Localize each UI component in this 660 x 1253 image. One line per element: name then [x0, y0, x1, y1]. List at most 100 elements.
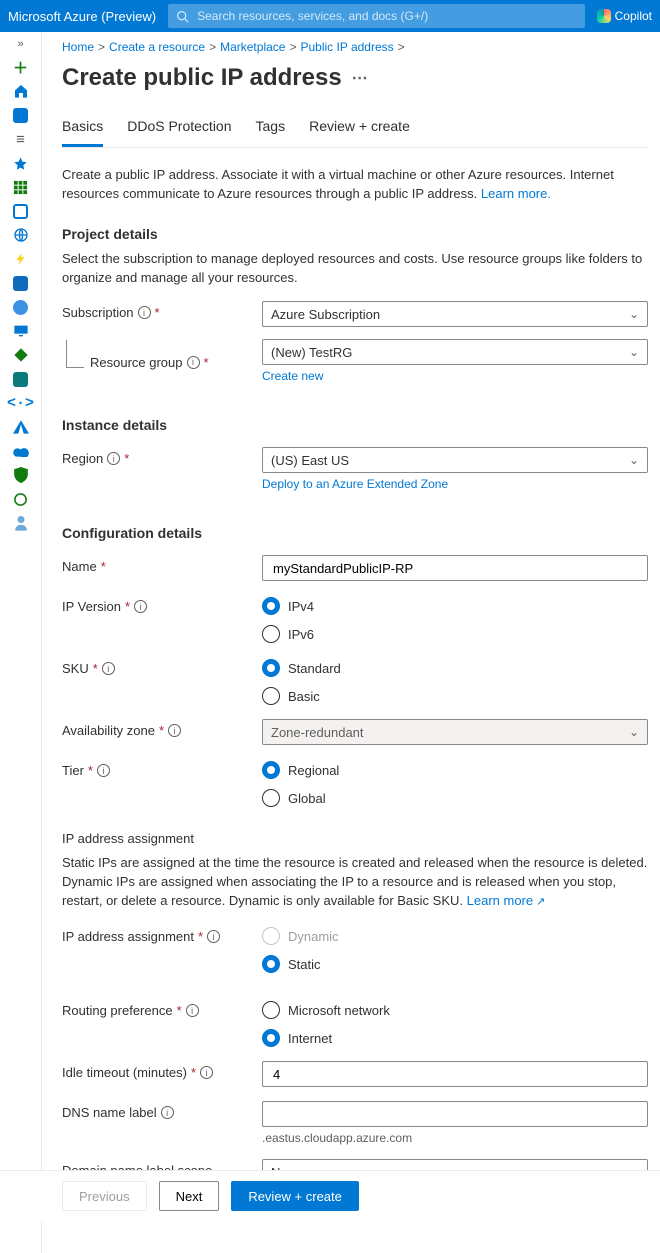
breadcrumb-home[interactable]: Home	[62, 40, 94, 54]
ipv6-radio[interactable]: IPv6	[262, 625, 648, 643]
ip-assignment-desc: Static IPs are assigned at the time the …	[62, 854, 648, 911]
radio-icon	[262, 789, 280, 807]
tab-tags[interactable]: Tags	[256, 112, 286, 147]
ip-assignment-heading: IP address assignment	[62, 831, 648, 846]
assignment-static-radio[interactable]: Static	[262, 955, 648, 973]
wizard-footer: Previous Next Review + create	[0, 1170, 660, 1221]
monitor-icon[interactable]	[6, 440, 36, 462]
review-create-button[interactable]: Review + create	[231, 1181, 359, 1211]
routing-internet-radio[interactable]: Internet	[262, 1029, 648, 1047]
sku-standard-radio[interactable]: Standard	[262, 659, 648, 677]
breadcrumb-marketplace[interactable]: Marketplace	[220, 40, 285, 54]
brand-label: Microsoft Azure (Preview)	[8, 9, 156, 24]
radio-icon	[262, 659, 280, 677]
hierarchy-bracket-icon	[66, 340, 84, 368]
info-icon[interactable]: i	[97, 764, 110, 777]
resource-group-label: Resource group i *	[90, 353, 262, 370]
idle-timeout-label: Idle timeout (minutes) * i	[62, 1061, 262, 1080]
main-content: Home> Create a resource> Marketplace> Pu…	[42, 32, 660, 1253]
info-icon[interactable]: i	[200, 1066, 213, 1079]
home-icon[interactable]	[6, 80, 36, 102]
dns-name-input-wrap	[262, 1101, 648, 1127]
azure-ad-icon[interactable]	[6, 416, 36, 438]
sku-label: SKU * i	[62, 657, 262, 676]
breadcrumb-public-ip[interactable]: Public IP address	[300, 40, 393, 54]
cosmos-db-icon[interactable]	[6, 296, 36, 318]
security-center-icon[interactable]	[6, 488, 36, 510]
idle-timeout-input[interactable]	[271, 1066, 639, 1083]
region-select[interactable]: (US) East US ⌄	[262, 447, 648, 473]
nav-expand-icon[interactable]: »	[0, 36, 41, 54]
intro-learn-more-link[interactable]: Learn more.	[481, 186, 551, 201]
chevron-down-icon: ⌄	[629, 725, 639, 739]
virtual-networks-icon[interactable]: <·>	[6, 392, 36, 414]
dns-name-label: DNS name label i	[62, 1101, 262, 1120]
chevron-down-icon: ⌄	[629, 345, 639, 359]
subscription-select[interactable]: Azure Subscription ⌄	[262, 301, 648, 327]
info-icon[interactable]: i	[168, 724, 181, 737]
info-icon[interactable]: i	[161, 1106, 174, 1119]
radio-icon	[262, 1029, 280, 1047]
load-balancers-icon[interactable]	[6, 344, 36, 366]
radio-icon	[262, 761, 280, 779]
ipv4-radio[interactable]: IPv4	[262, 597, 648, 615]
favorites-icon[interactable]	[6, 152, 36, 174]
info-icon[interactable]: i	[207, 930, 220, 943]
resource-groups-icon[interactable]	[6, 200, 36, 222]
tier-global-radio[interactable]: Global	[262, 789, 648, 807]
info-icon[interactable]: i	[107, 452, 120, 465]
resource-group-select[interactable]: (New) TestRG ⌄	[262, 339, 648, 365]
assignment-dynamic-radio: Dynamic	[262, 927, 648, 945]
advisor-icon[interactable]	[6, 464, 36, 486]
radio-icon	[262, 1001, 280, 1019]
tier-label: Tier * i	[62, 759, 262, 778]
list-icon[interactable]: ≡	[6, 128, 36, 150]
dns-name-input[interactable]	[271, 1106, 639, 1123]
sku-basic-radio[interactable]: Basic	[262, 687, 648, 705]
info-icon[interactable]: i	[187, 356, 200, 369]
idle-timeout-input-wrap	[262, 1061, 648, 1087]
radio-icon	[262, 955, 280, 973]
copilot-button[interactable]: Copilot	[597, 9, 652, 23]
top-bar: Microsoft Azure (Preview) Copilot	[0, 0, 660, 32]
routing-preference-label: Routing preference * i	[62, 999, 262, 1018]
dashboard-icon[interactable]	[6, 104, 36, 126]
project-details-desc: Select the subscription to manage deploy…	[62, 250, 648, 288]
global-search[interactable]	[168, 4, 585, 28]
virtual-machines-icon[interactable]	[6, 320, 36, 342]
routing-microsoft-radio[interactable]: Microsoft network	[262, 1001, 648, 1019]
radio-icon	[262, 927, 280, 945]
tab-bar: Basics DDoS Protection Tags Review + cre…	[62, 112, 648, 148]
next-button[interactable]: Next	[159, 1181, 220, 1211]
info-icon[interactable]: i	[134, 600, 147, 613]
function-apps-icon[interactable]	[6, 248, 36, 270]
sql-databases-icon[interactable]	[6, 272, 36, 294]
ip-assignment-learn-more-link[interactable]: Learn more	[467, 893, 546, 908]
create-resource-icon[interactable]: ＋	[6, 56, 36, 78]
search-input[interactable]	[195, 8, 577, 24]
all-services-icon[interactable]	[6, 176, 36, 198]
chevron-down-icon: ⌄	[629, 453, 639, 467]
intro-text: Create a public IP address. Associate it…	[62, 166, 648, 204]
previous-button: Previous	[62, 1181, 147, 1211]
tab-ddos[interactable]: DDoS Protection	[127, 112, 231, 147]
tab-basics[interactable]: Basics	[62, 112, 103, 147]
storage-accounts-icon[interactable]	[6, 368, 36, 390]
app-services-icon[interactable]	[6, 224, 36, 246]
cost-management-icon[interactable]	[6, 512, 36, 534]
ip-version-label: IP Version * i	[62, 595, 262, 614]
tab-review[interactable]: Review + create	[309, 112, 410, 147]
name-label: Name*	[62, 555, 262, 574]
tier-regional-radio[interactable]: Regional	[262, 761, 648, 779]
extended-zone-link[interactable]: Deploy to an Azure Extended Zone	[262, 477, 448, 491]
more-actions-icon[interactable]: ⋯	[352, 68, 368, 88]
info-icon[interactable]: i	[102, 662, 115, 675]
search-icon	[176, 10, 189, 23]
info-icon[interactable]: i	[186, 1004, 199, 1017]
create-new-rg-link[interactable]: Create new	[262, 369, 323, 383]
info-icon[interactable]: i	[138, 306, 151, 319]
name-input[interactable]	[271, 560, 639, 577]
breadcrumb-create-resource[interactable]: Create a resource	[109, 40, 205, 54]
breadcrumb: Home> Create a resource> Marketplace> Pu…	[62, 40, 648, 54]
radio-icon	[262, 597, 280, 615]
